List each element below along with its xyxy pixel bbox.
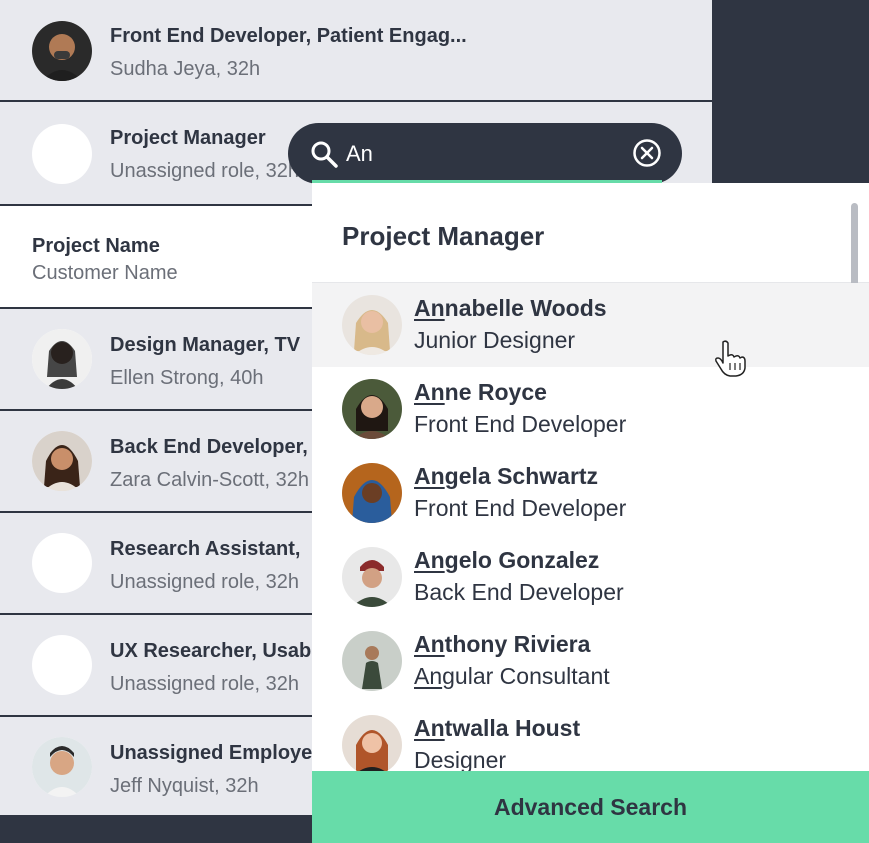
row-title: Front End Developer, Patient Engag...: [110, 25, 467, 47]
row-subtitle: Jeff Nyquist, 32h: [110, 775, 259, 797]
option-role: Angular Consultant: [414, 663, 610, 689]
avatar: [32, 21, 92, 81]
option-role: Junior Designer: [414, 327, 576, 353]
project-name: Project Name: [32, 235, 160, 257]
row-subtitle: Ellen Strong, 40h: [110, 367, 264, 389]
option-role: Front End Developer: [414, 411, 627, 437]
result-option[interactable]: Angelo Gonzalez Back End Developer: [312, 535, 869, 619]
result-option[interactable]: Anne Royce Front End Developer: [312, 367, 869, 451]
result-option[interactable]: Annabelle Woods Junior Designer: [312, 283, 869, 367]
search-box[interactable]: [288, 123, 682, 184]
option-role: Back End Developer: [414, 579, 624, 605]
advanced-search-button[interactable]: Advanced Search: [312, 771, 869, 843]
empty-avatar: [32, 635, 92, 695]
avatar: [342, 379, 402, 439]
row-title: UX Researcher, Usab: [110, 640, 312, 662]
avatar: [32, 329, 92, 389]
hand-pointer-icon: [715, 340, 746, 377]
row-title: Back End Developer,: [110, 436, 308, 458]
avatar: [32, 431, 92, 491]
option-name: Anne Royce: [414, 379, 547, 405]
option-name: Annabelle Woods: [414, 295, 607, 321]
search-icon: [311, 141, 338, 168]
avatar: [342, 463, 402, 523]
option-name: Angela Schwartz: [414, 463, 599, 489]
role-row[interactable]: Front End Developer, Patient Engag... Su…: [0, 0, 712, 102]
option-name: Angelo Gonzalez: [414, 547, 600, 573]
result-option[interactable]: Anthony Riviera Angular Consultant: [312, 619, 869, 703]
empty-avatar: [32, 533, 92, 593]
dropdown-heading: Project Manager: [342, 221, 545, 251]
row-subtitle: Unassigned role, 32h: [110, 571, 300, 593]
row-title: Project Manager: [110, 127, 266, 149]
row-subtitle: Unassigned role, 32h: [110, 160, 300, 182]
row-subtitle: Unassigned role, 32h: [110, 673, 300, 695]
option-name: Antwalla Houst: [414, 715, 581, 741]
empty-avatar: [32, 124, 92, 184]
avatar: [32, 737, 92, 797]
result-option[interactable]: Angela Schwartz Front End Developer: [312, 451, 869, 535]
search-results-dropdown: Project Manager Annabelle Woods Junior D…: [312, 183, 869, 843]
row-title: Unassigned Employe: [110, 742, 313, 764]
option-role: Front End Developer: [414, 495, 627, 521]
clear-icon[interactable]: [632, 138, 662, 168]
customer-name: Customer Name: [32, 262, 178, 284]
option-role: Designer: [414, 747, 507, 773]
row-subtitle: Zara Calvin-Scott, 32h: [110, 469, 309, 491]
option-name: Anthony Riviera: [414, 631, 591, 657]
avatar: [342, 715, 402, 775]
row-title: Design Manager, TV: [110, 334, 301, 356]
avatar: [342, 295, 402, 355]
row-subtitle: Sudha Jeya, 32h: [110, 58, 261, 80]
avatar: [342, 547, 402, 607]
row-title: Research Assistant,: [110, 538, 301, 560]
avatar: [342, 631, 402, 691]
search-input[interactable]: [344, 135, 608, 173]
